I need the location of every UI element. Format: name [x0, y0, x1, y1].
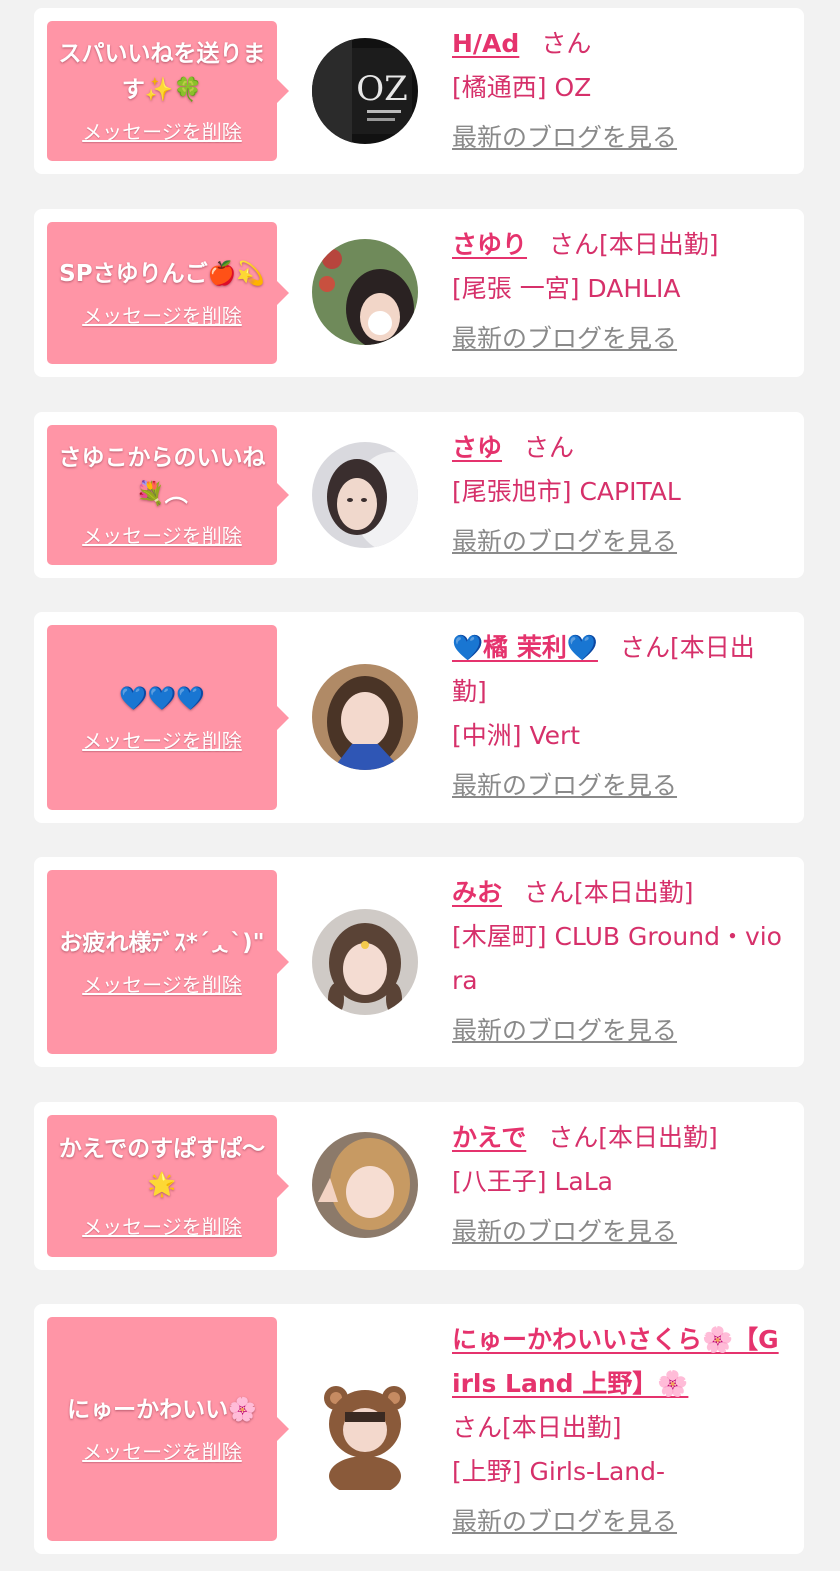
honorific: さん [548, 1123, 599, 1152]
message-bubble: にゅーかわいい🌸 メッセージを削除 [47, 1317, 289, 1541]
message-bubble: 💙💙💙 メッセージを削除 [47, 625, 289, 810]
message-text: さゆこからのいいね💐︵ [58, 445, 266, 507]
profile-info: にゅーかわいいさくら🌸【Girls Land 上野】🌸 さん[本日出勤] [上野… [452, 1318, 784, 1544]
attendance-status: [本日出勤] [598, 1123, 718, 1152]
bear-costume-avatar[interactable] [320, 1380, 410, 1496]
message-bubble: SPさゆりんご🍎💫 メッセージを削除 [47, 222, 289, 364]
message-text: スパいいねを送ります✨🍀 [58, 41, 266, 103]
attendance-status: [本日出勤] [502, 1413, 622, 1442]
delete-message-link[interactable]: メッセージを削除 [82, 727, 242, 755]
message-card: スパいいねを送ります✨🍀 メッセージを削除 OZ H/Ad さん [橘通西] OZ… [34, 8, 804, 174]
honorific: さん [524, 878, 575, 907]
message-bubble: かえでのすぱすぱ〜🌟 メッセージを削除 [47, 1115, 289, 1257]
latest-blog-link[interactable]: 最新のブログを見る [452, 1009, 677, 1053]
girl-photo-avatar[interactable] [312, 442, 418, 548]
girl-photo-avatar[interactable] [312, 909, 418, 1015]
honorific: さん [549, 230, 600, 259]
shop-name: [尾張旭市] CAPITAL [452, 477, 681, 506]
latest-blog-link[interactable]: 最新のブログを見る [452, 1210, 677, 1254]
message-card: お疲れ様ﾃﾞｽ*´ᆺ`)" メッセージを削除 みお さん[本日出勤] [木屋町] … [34, 857, 804, 1067]
message-bubble: さゆこからのいいね💐︵ メッセージを削除 [47, 425, 289, 565]
honorific: さん [524, 433, 575, 462]
delete-message-link[interactable]: メッセージを削除 [82, 971, 242, 999]
latest-blog-link[interactable]: 最新のブログを見る [452, 116, 677, 160]
message-text: お疲れ様ﾃﾞｽ*´ᆺ`)" [59, 930, 265, 956]
oz-logo-avatar[interactable]: OZ [312, 38, 418, 144]
shop-name: [八王子] LaLa [452, 1167, 613, 1196]
profile-info: H/Ad さん [橘通西] OZ 最新のブログを見る [452, 22, 784, 160]
profile-name-link[interactable]: 💙橘 茉利💙 [452, 633, 598, 662]
message-card: にゅーかわいい🌸 メッセージを削除 にゅーかわいいさくら🌸【Girls Land… [34, 1304, 804, 1554]
attendance-status: [本日出勤] [574, 878, 694, 907]
message-bubble: スパいいねを送ります✨🍀 メッセージを削除 [47, 21, 289, 161]
profile-name-link[interactable]: にゅーかわいいさくら🌸【Girls Land 上野】🌸 [452, 1325, 779, 1398]
honorific: さん [619, 633, 670, 662]
girl-photo-avatar[interactable] [312, 664, 418, 770]
message-text: かえでのすぱすぱ〜🌟 [58, 1136, 266, 1198]
message-text: SPさゆりんご🍎💫 [59, 261, 265, 287]
shop-name: [木屋町] CLUB Ground・viora [452, 922, 782, 995]
delete-message-link[interactable]: メッセージを削除 [82, 302, 242, 330]
latest-blog-link[interactable]: 最新のブログを見る [452, 764, 677, 808]
latest-blog-link[interactable]: 最新のブログを見る [452, 317, 677, 361]
shop-name: [尾張 一宮] DAHLIA [452, 274, 681, 303]
profile-info: みお さん[本日出勤] [木屋町] CLUB Ground・viora 最新のブロ… [452, 871, 784, 1053]
girl-photo-avatar[interactable] [312, 1132, 418, 1238]
delete-message-link[interactable]: メッセージを削除 [82, 1213, 242, 1241]
message-text: にゅーかわいい🌸 [67, 1397, 257, 1423]
profile-info: かえで さん[本日出勤] [八王子] LaLa 最新のブログを見る [452, 1116, 784, 1254]
message-card: 💙💙💙 メッセージを削除 💙橘 茉利💙 さん[本日出勤] [中洲] Vert 最新… [34, 612, 804, 823]
message-card: SPさゆりんご🍎💫 メッセージを削除 さゆり さん[本日出勤] [尾張 一宮] D… [34, 209, 804, 377]
shop-name: [中洲] Vert [452, 721, 581, 750]
profile-info: 💙橘 茉利💙 さん[本日出勤] [中洲] Vert 最新のブログを見る [452, 626, 784, 808]
message-card: かえでのすぱすぱ〜🌟 メッセージを削除 かえで さん[本日出勤] [八王子] La… [34, 1102, 804, 1270]
profile-name-link[interactable]: かえで [452, 1123, 526, 1152]
profile-name-link[interactable]: さゆ [452, 433, 502, 462]
honorific: さん [541, 29, 592, 58]
profile-name-link[interactable]: みお [452, 878, 502, 907]
profile-info: さゆ さん [尾張旭市] CAPITAL 最新のブログを見る [452, 426, 784, 564]
svg-text:OZ: OZ [356, 69, 408, 109]
shop-name: [橘通西] OZ [452, 73, 592, 102]
latest-blog-link[interactable]: 最新のブログを見る [452, 520, 677, 564]
latest-blog-link[interactable]: 最新のブログを見る [452, 1500, 677, 1544]
delete-message-link[interactable]: メッセージを削除 [82, 522, 242, 550]
profile-name-link[interactable]: さゆり [452, 230, 527, 259]
delete-message-link[interactable]: メッセージを削除 [82, 118, 242, 146]
profile-name-link[interactable]: H/Ad [452, 29, 519, 58]
girl-photo-avatar[interactable] [312, 239, 418, 345]
message-card: さゆこからのいいね💐︵ メッセージを削除 さゆ さん [尾張旭市] CAPITAL… [34, 412, 804, 578]
shop-name: [上野] Girls-Land- [452, 1457, 666, 1486]
attendance-status: [本日出勤] [599, 230, 719, 259]
message-list: スパいいねを送ります✨🍀 メッセージを削除 OZ H/Ad さん [橘通西] OZ… [0, 0, 840, 1571]
profile-info: さゆり さん[本日出勤] [尾張 一宮] DAHLIA 最新のブログを見る [452, 223, 784, 361]
honorific: さん [452, 1413, 503, 1442]
delete-message-link[interactable]: メッセージを削除 [82, 1438, 242, 1466]
message-text: 💙💙💙 [119, 685, 205, 712]
message-bubble: お疲れ様ﾃﾞｽ*´ᆺ`)" メッセージを削除 [47, 870, 289, 1054]
